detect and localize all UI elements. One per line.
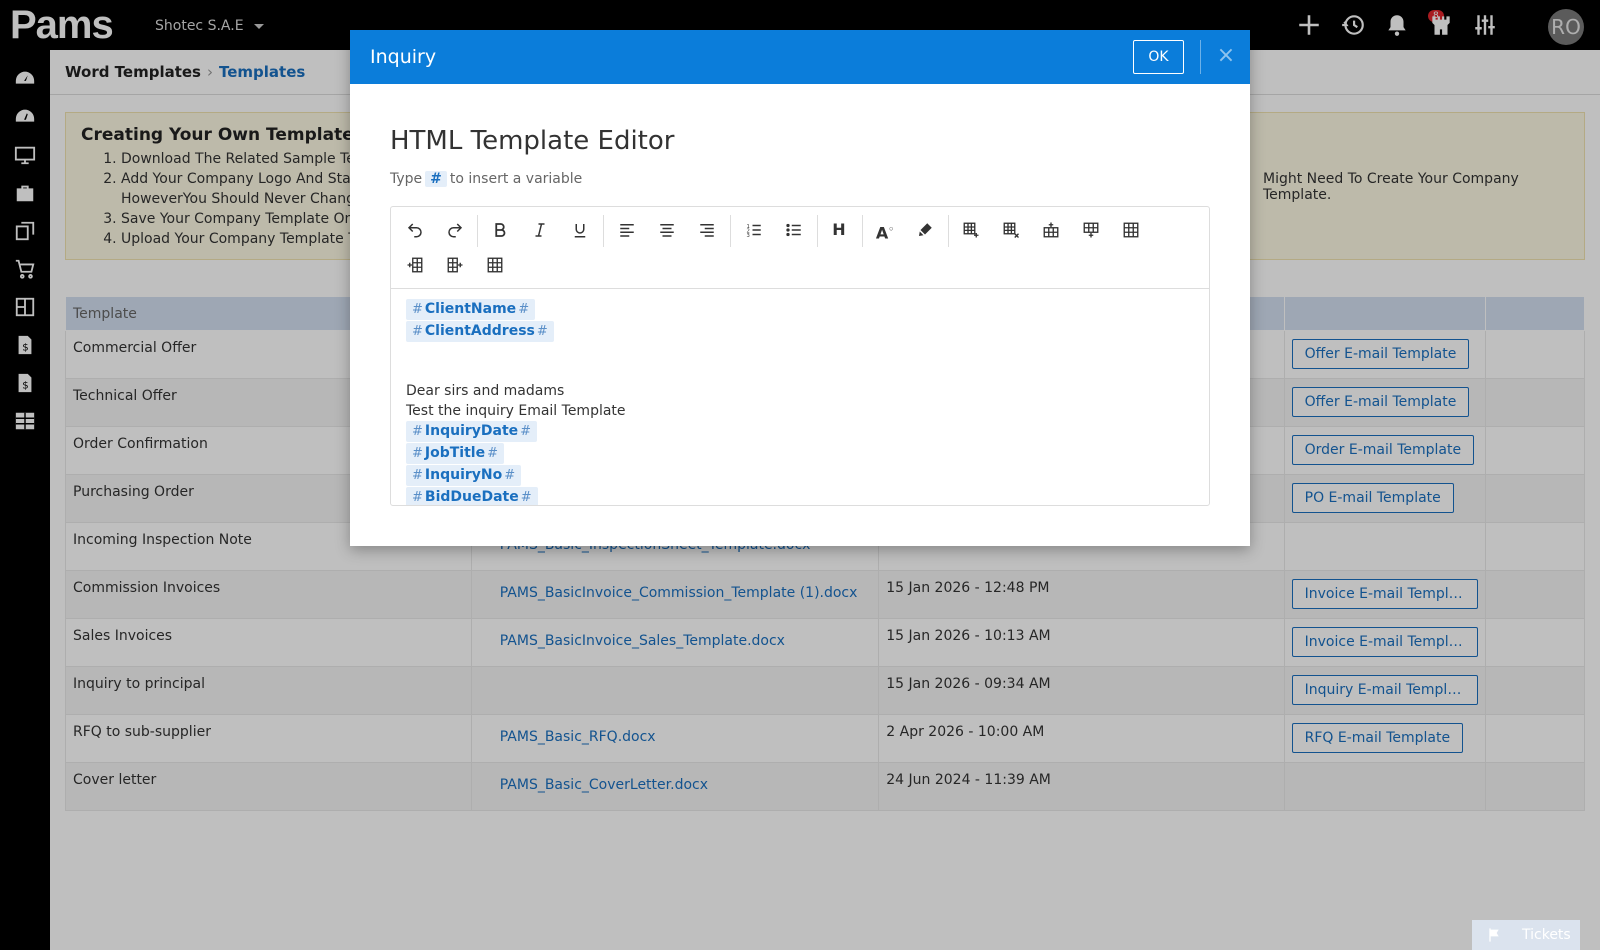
insert-row-below-icon[interactable] [1078,217,1104,243]
redo-icon[interactable] [442,217,468,243]
insert-table-icon[interactable] [958,217,984,243]
font-color-button[interactable]: A◦ [872,217,898,243]
bold-icon[interactable] [487,217,513,243]
variable-tag[interactable]: # BidDueDate # [406,487,538,505]
underline-icon[interactable] [567,217,593,243]
close-icon[interactable]: × [1214,44,1238,68]
insert-column-left-icon[interactable] [402,252,428,278]
toolbar-separator [862,215,863,247]
hash-badge: # [425,171,447,187]
ordered-list-icon[interactable]: 123 [741,217,767,243]
content-line: Test the inquiry Email Template [406,403,626,419]
bullet-list-icon[interactable] [781,217,807,243]
divider [1200,40,1201,74]
variable-tag[interactable]: # InquiryDate # [406,421,538,442]
insert-row-above-icon[interactable] [1038,217,1064,243]
variable-tag[interactable]: # ClientName # [406,299,536,320]
html-editor: 123 H A◦ # ClientName # # ClientAddress … [390,206,1210,506]
italic-icon[interactable] [527,217,553,243]
delete-row-icon[interactable] [1118,217,1144,243]
dialog-header: Inquiry OK × [350,30,1250,84]
tickets-label: Tickets [1522,927,1571,943]
toolbar-separator [603,215,604,247]
highlighter-icon[interactable] [912,217,938,243]
variable-tag[interactable]: # ClientAddress # [406,321,554,342]
tickets-button[interactable]: Tickets [1472,920,1580,950]
svg-text:3: 3 [747,233,750,239]
editor-toolbar: 123 H A◦ [391,207,1209,289]
toolbar-separator [730,215,731,247]
editor-content[interactable]: # ClientName # # ClientAddress # Dear sirs a… [406,299,1196,505]
modal-backdrop[interactable]: Inquiry OK × HTML Template Editor Type # t… [0,0,1600,950]
flag-icon [1489,928,1499,942]
delete-column-icon[interactable] [482,252,508,278]
align-left-icon[interactable] [614,217,640,243]
align-right-icon[interactable] [694,217,720,243]
toolbar-separator [817,215,818,247]
editor-hint: Type # to insert a variable [390,171,583,187]
editor-title: HTML Template Editor [390,126,675,156]
toolbar-separator [948,215,949,247]
content-line: Dear sirs and madams [406,383,565,399]
insert-column-right-icon[interactable] [442,252,468,278]
heading-button[interactable]: H [826,217,852,243]
toolbar-separator [477,215,478,247]
inquiry-dialog: Inquiry OK × HTML Template Editor Type # t… [350,30,1250,546]
align-center-icon[interactable] [654,217,680,243]
variable-tag[interactable]: # InquiryNo # [406,465,522,486]
undo-icon[interactable] [402,217,428,243]
delete-table-icon[interactable] [998,217,1024,243]
ok-button[interactable]: OK [1133,40,1184,74]
variable-tag[interactable]: # JobTitle # [406,443,504,464]
dialog-title: Inquiry [370,46,437,68]
